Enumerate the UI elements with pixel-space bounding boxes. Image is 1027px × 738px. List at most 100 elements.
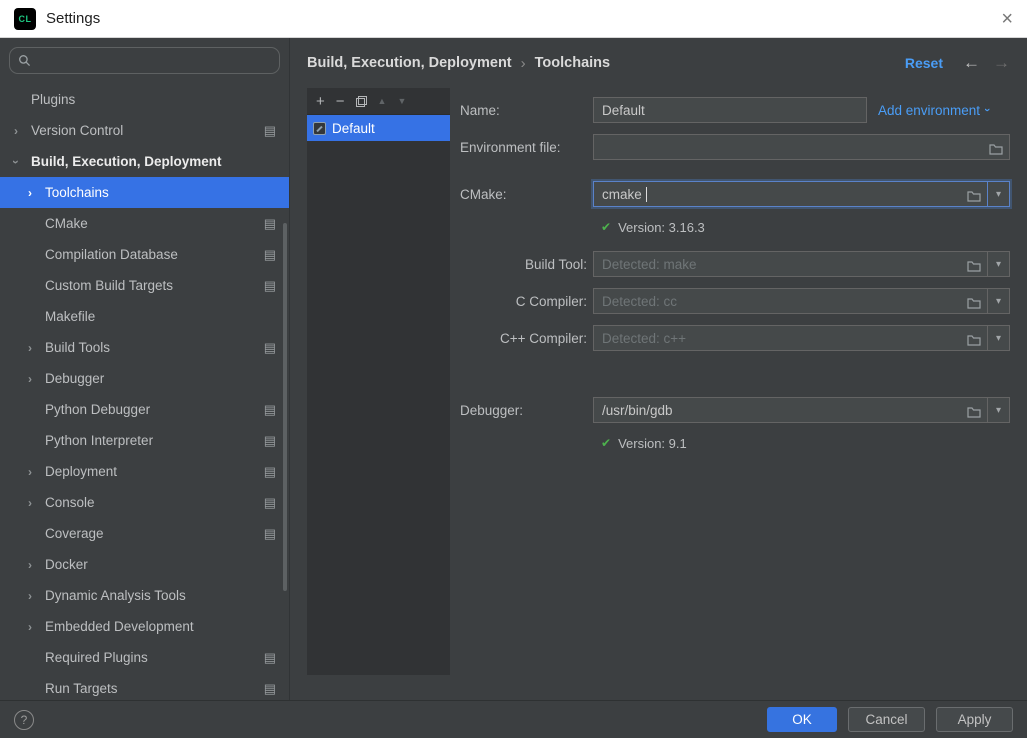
sidebar-item-build-tools[interactable]: › Build Tools ▤ (0, 332, 289, 363)
sidebar-item-custom-build-targets[interactable]: Custom Build Targets ▤ (0, 270, 289, 301)
cpp-compiler-input[interactable] (594, 331, 987, 346)
cpp-compiler-row: C++ Compiler: ▾ (460, 325, 1010, 351)
sidebar-item-console[interactable]: › Console ▤ (0, 487, 289, 518)
build-tool-dropdown-button[interactable]: ▾ (987, 251, 1010, 277)
text-caret (646, 187, 647, 202)
sidebar-item-run-targets[interactable]: Run Targets ▤ (0, 673, 289, 700)
sidebar-item-docker[interactable]: › Docker (0, 549, 289, 580)
cmake-version-text: Version: 3.16.3 (618, 220, 705, 235)
sidebar-scrollbar[interactable] (283, 223, 287, 591)
sidebar-item-cmake[interactable]: CMake ▤ (0, 208, 289, 239)
chevron-right-icon: › (28, 186, 45, 200)
sidebar-item-label: Dynamic Analysis Tools (45, 588, 186, 603)
project-settings-icon: ▤ (264, 433, 276, 449)
toolchain-form: Name: Add environment › Environment file… (450, 88, 1010, 452)
chevron-down-icon: › (14, 155, 31, 169)
sidebar-item-python-debugger[interactable]: Python Debugger ▤ (0, 394, 289, 425)
apply-button[interactable]: Apply (936, 707, 1013, 732)
sidebar-item-label: Console (45, 495, 95, 510)
back-arrow-icon[interactable]: ← (963, 53, 980, 73)
build-tool-input[interactable] (594, 257, 987, 272)
chevron-right-icon: › (28, 558, 45, 572)
sidebar-item-makefile[interactable]: Makefile (0, 301, 289, 332)
cpp-compiler-field: ▾ (593, 325, 1010, 351)
sidebar-item-label: Python Debugger (45, 402, 150, 417)
sidebar-item-compilation-database[interactable]: Compilation Database ▤ (0, 239, 289, 270)
search-input[interactable] (36, 53, 271, 68)
ok-button[interactable]: OK (767, 707, 837, 732)
folder-icon[interactable] (967, 296, 981, 314)
close-icon[interactable]: × (1001, 9, 1013, 29)
chevron-down-icon: › (981, 108, 993, 112)
environment-file-label: Environment file: (460, 140, 587, 155)
sidebar-item-plugins[interactable]: Plugins (0, 84, 289, 115)
debugger-input[interactable] (594, 403, 987, 418)
chevron-right-icon: › (28, 465, 45, 479)
add-environment-link[interactable]: Add environment › (878, 103, 989, 118)
duplicate-toolchain-button[interactable] (356, 96, 367, 107)
cmake-label: CMake: (460, 187, 587, 202)
project-settings-icon: ▤ (264, 681, 276, 697)
chevron-right-icon: › (28, 341, 45, 355)
breadcrumb-current: Toolchains (535, 55, 610, 71)
c-compiler-label: C Compiler: (460, 294, 587, 309)
sidebar-item-embedded-development[interactable]: › Embedded Development (0, 611, 289, 642)
sidebar-item-label: Build, Execution, Deployment (31, 154, 222, 169)
debugger-version-row: ✔ Version: 9.1 (601, 434, 1010, 452)
folder-icon[interactable] (967, 405, 981, 423)
c-compiler-input[interactable] (594, 294, 987, 309)
sidebar-item-deployment[interactable]: › Deployment ▤ (0, 456, 289, 487)
toolchain-label: Default (332, 121, 375, 136)
move-up-button[interactable]: ▲ (378, 97, 387, 106)
check-icon: ✔ (601, 436, 611, 450)
c-compiler-row: C Compiler: ▾ (460, 288, 1010, 314)
cmake-field: ▾ (593, 181, 1010, 207)
chevron-right-icon: › (14, 124, 31, 138)
chevron-right-icon: › (28, 372, 45, 386)
toolchain-list-item-default[interactable]: Default (307, 115, 450, 141)
toolchain-list-panel: + − ▲ ▼ Default (307, 88, 450, 675)
sidebar-item-required-plugins[interactable]: Required Plugins ▤ (0, 642, 289, 673)
project-settings-icon: ▤ (264, 278, 276, 294)
cmake-input[interactable] (594, 187, 987, 202)
debugger-dropdown-button[interactable]: ▾ (987, 397, 1010, 423)
sidebar-item-build-execution-deployment[interactable]: › Build, Execution, Deployment (0, 146, 289, 177)
sidebar-item-label: Deployment (45, 464, 117, 479)
sidebar-item-dynamic-analysis-tools[interactable]: › Dynamic Analysis Tools (0, 580, 289, 611)
cmake-dropdown-button[interactable]: ▾ (987, 181, 1010, 207)
add-toolchain-button[interactable]: + (316, 94, 325, 109)
remove-toolchain-button[interactable]: − (336, 94, 345, 109)
name-input[interactable] (593, 97, 867, 123)
debugger-version-text: Version: 9.1 (618, 436, 687, 451)
cpp-compiler-dropdown-button[interactable]: ▾ (987, 325, 1010, 351)
cancel-button[interactable]: Cancel (848, 707, 925, 732)
sidebar-item-label: Embedded Development (45, 619, 194, 634)
sidebar-item-label: Coverage (45, 526, 104, 541)
window-title: Settings (46, 10, 100, 27)
sidebar-item-label: Custom Build Targets (45, 278, 173, 293)
sidebar-item-coverage[interactable]: Coverage ▤ (0, 518, 289, 549)
debugger-row: Debugger: ▾ (460, 397, 1010, 423)
c-compiler-dropdown-button[interactable]: ▾ (987, 288, 1010, 314)
help-icon[interactable]: ? (14, 710, 34, 730)
move-down-button[interactable]: ▼ (397, 97, 406, 106)
environment-file-input[interactable] (594, 140, 1009, 155)
toolchain-toolbar: + − ▲ ▼ (307, 88, 450, 115)
sidebar-item-label: Compilation Database (45, 247, 178, 262)
forward-arrow-icon[interactable]: → (993, 53, 1010, 73)
sidebar-item-toolchains[interactable]: › Toolchains (0, 177, 289, 208)
settings-main-pane: Build, Execution, Deployment › Toolchain… (290, 38, 1027, 700)
folder-icon[interactable] (967, 333, 981, 351)
sidebar-item-label: Debugger (45, 371, 104, 386)
breadcrumb-parent[interactable]: Build, Execution, Deployment (307, 55, 512, 71)
folder-icon[interactable] (967, 259, 981, 277)
sidebar-item-python-interpreter[interactable]: Python Interpreter ▤ (0, 425, 289, 456)
settings-search-box[interactable] (9, 47, 280, 74)
folder-icon[interactable] (967, 189, 981, 207)
sidebar-item-version-control[interactable]: › Version Control ▤ (0, 115, 289, 146)
sidebar-item-label: Python Interpreter (45, 433, 153, 448)
folder-icon[interactable] (989, 142, 1003, 160)
settings-sidebar: Plugins › Version Control ▤ › Build, Exe… (0, 38, 290, 700)
reset-link[interactable]: Reset (905, 55, 943, 71)
sidebar-item-debugger[interactable]: › Debugger (0, 363, 289, 394)
